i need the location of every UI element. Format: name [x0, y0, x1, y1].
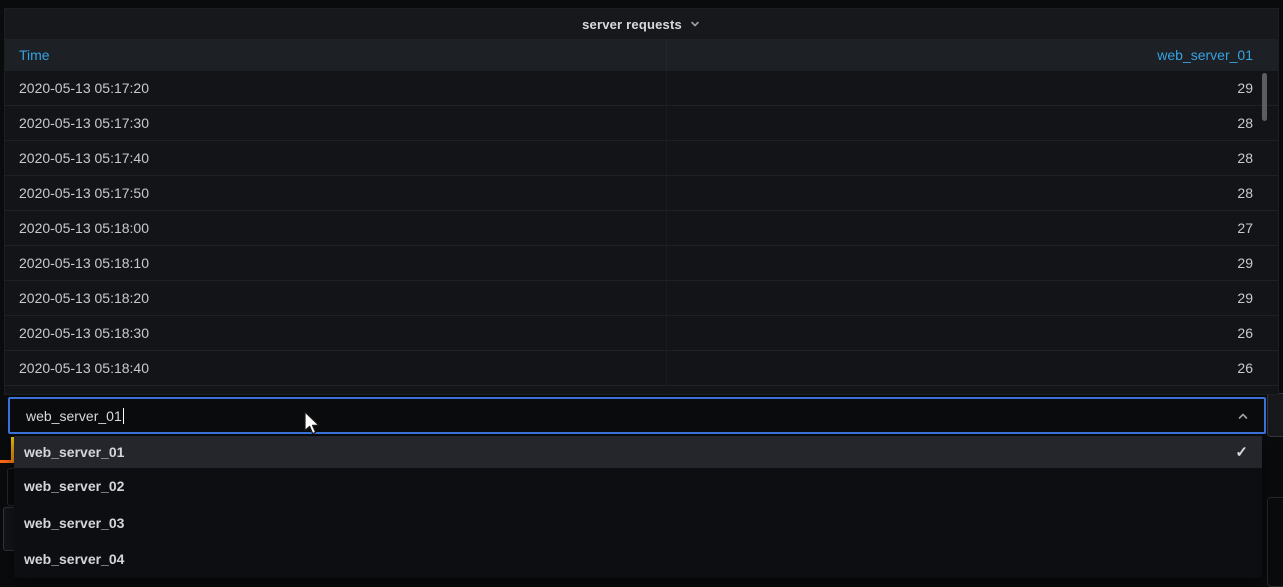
column-header-time[interactable]: Time: [5, 39, 667, 71]
chevron-down-icon: [689, 18, 701, 30]
panel-header[interactable]: server requests: [5, 9, 1278, 39]
option-web-server-04[interactable]: web_server_04: [14, 541, 1262, 578]
cell-value: 26: [667, 360, 1278, 376]
table-scrollbar[interactable]: [1262, 73, 1267, 121]
table-row: 2020-05-13 05:18:00 27: [5, 211, 1278, 246]
option-label: web_server_01: [24, 444, 124, 460]
option-label: web_server_04: [24, 551, 124, 567]
variable-search-input[interactable]: web_server_01: [8, 397, 1266, 434]
background-panel-fragment: [1267, 393, 1283, 437]
cell-time: 2020-05-13 05:18:00: [5, 211, 667, 245]
option-label: web_server_03: [24, 515, 124, 531]
table-row: 2020-05-13 05:17:30 28: [5, 106, 1278, 141]
table-body: 2020-05-13 05:17:20 29 2020-05-13 05:17:…: [5, 71, 1278, 386]
table-row: 2020-05-13 05:18:10 29: [5, 246, 1278, 281]
option-web-server-01[interactable]: web_server_01 ✓: [14, 436, 1262, 468]
cell-value: 28: [667, 115, 1278, 131]
table-row: 2020-05-13 05:17:40 28: [5, 141, 1278, 176]
background-panel-fragment: [1267, 497, 1283, 587]
table-header-row: Time web_server_01: [5, 39, 1278, 71]
option-label: web_server_02: [24, 478, 124, 494]
graph-line-fragment-horizontal: [0, 460, 14, 463]
cell-time: 2020-05-13 05:17:50: [5, 176, 667, 210]
table-row: 2020-05-13 05:17:50 28: [5, 176, 1278, 211]
chevron-up-icon[interactable]: [1236, 409, 1250, 423]
cell-time: 2020-05-13 05:17:40: [5, 141, 667, 175]
table-row: 2020-05-13 05:18:30 26: [5, 316, 1278, 351]
table-row: 2020-05-13 05:18:20 29: [5, 281, 1278, 316]
cell-value: 29: [667, 80, 1278, 96]
column-header-series[interactable]: web_server_01: [667, 47, 1278, 63]
cell-value: 27: [667, 220, 1278, 236]
text-caret: [123, 408, 125, 424]
cell-time: 2020-05-13 05:18:40: [5, 351, 667, 385]
table-panel: server requests Time web_server_01 2020-…: [4, 8, 1279, 395]
variable-input-value: web_server_01: [26, 408, 122, 424]
cell-time: 2020-05-13 05:17:30: [5, 106, 667, 140]
variable-options-menu: web_server_01 ✓ web_server_02 web_server…: [14, 436, 1262, 578]
cell-time: 2020-05-13 05:18:10: [5, 246, 667, 280]
check-icon: ✓: [1235, 443, 1248, 461]
cell-value: 28: [667, 150, 1278, 166]
cell-value: 26: [667, 325, 1278, 341]
cell-value: 28: [667, 185, 1278, 201]
table-row: 2020-05-13 05:17:20 29: [5, 71, 1278, 106]
cell-time: 2020-05-13 05:17:20: [5, 71, 667, 105]
table-row: 2020-05-13 05:18:40 26: [5, 351, 1278, 386]
cell-time: 2020-05-13 05:18:30: [5, 316, 667, 350]
option-web-server-03[interactable]: web_server_03: [14, 505, 1262, 542]
cell-value: 29: [667, 290, 1278, 306]
cell-value: 29: [667, 255, 1278, 271]
panel-title: server requests: [582, 17, 682, 32]
cell-time: 2020-05-13 05:18:20: [5, 281, 667, 315]
option-web-server-02[interactable]: web_server_02: [14, 468, 1262, 505]
